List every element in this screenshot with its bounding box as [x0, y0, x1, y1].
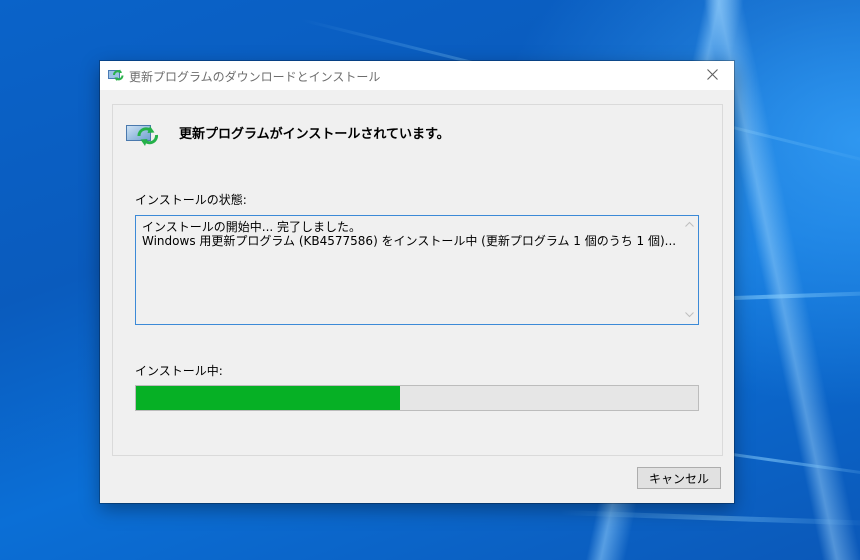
- progress-fill: [136, 386, 401, 410]
- install-progress-bar: [135, 385, 699, 411]
- progress-label: インストール中:: [135, 364, 223, 378]
- status-log-lines: インストールの開始中... 完了しました。 Windows 用更新プログラム (…: [142, 220, 678, 248]
- close-icon: [706, 68, 718, 83]
- header-message: 更新プログラムがインストールされています。: [179, 127, 450, 142]
- scroll-down-button[interactable]: [681, 307, 698, 324]
- scroll-up-button[interactable]: [681, 216, 698, 233]
- cancel-button[interactable]: キャンセル: [637, 467, 721, 489]
- close-button[interactable]: [690, 61, 734, 90]
- chevron-down-icon: [685, 311, 694, 321]
- update-install-dialog: 更新プログラムのダウンロードとインストール 更新プログラムがインストールされてい…: [100, 61, 734, 503]
- vertical-scrollbar[interactable]: [681, 216, 698, 324]
- status-label: インストールの状態:: [135, 193, 247, 207]
- windows-update-icon: [108, 68, 124, 82]
- title-bar[interactable]: 更新プログラムのダウンロードとインストール: [100, 61, 734, 90]
- status-line: Windows 用更新プログラム (KB4577586) をインストール中 (更…: [142, 234, 677, 248]
- status-log-box[interactable]: インストールの開始中... 完了しました。 Windows 用更新プログラム (…: [135, 215, 699, 325]
- wallpaper-light-beam: [559, 510, 860, 527]
- content-panel: 更新プログラムがインストールされています。 インストールの状態: インストールの…: [112, 104, 723, 456]
- window-title: 更新プログラムのダウンロードとインストール: [129, 70, 381, 84]
- chevron-up-icon: [685, 220, 694, 230]
- windows-update-icon: [126, 122, 160, 148]
- status-line: インストールの開始中... 完了しました。: [142, 220, 362, 234]
